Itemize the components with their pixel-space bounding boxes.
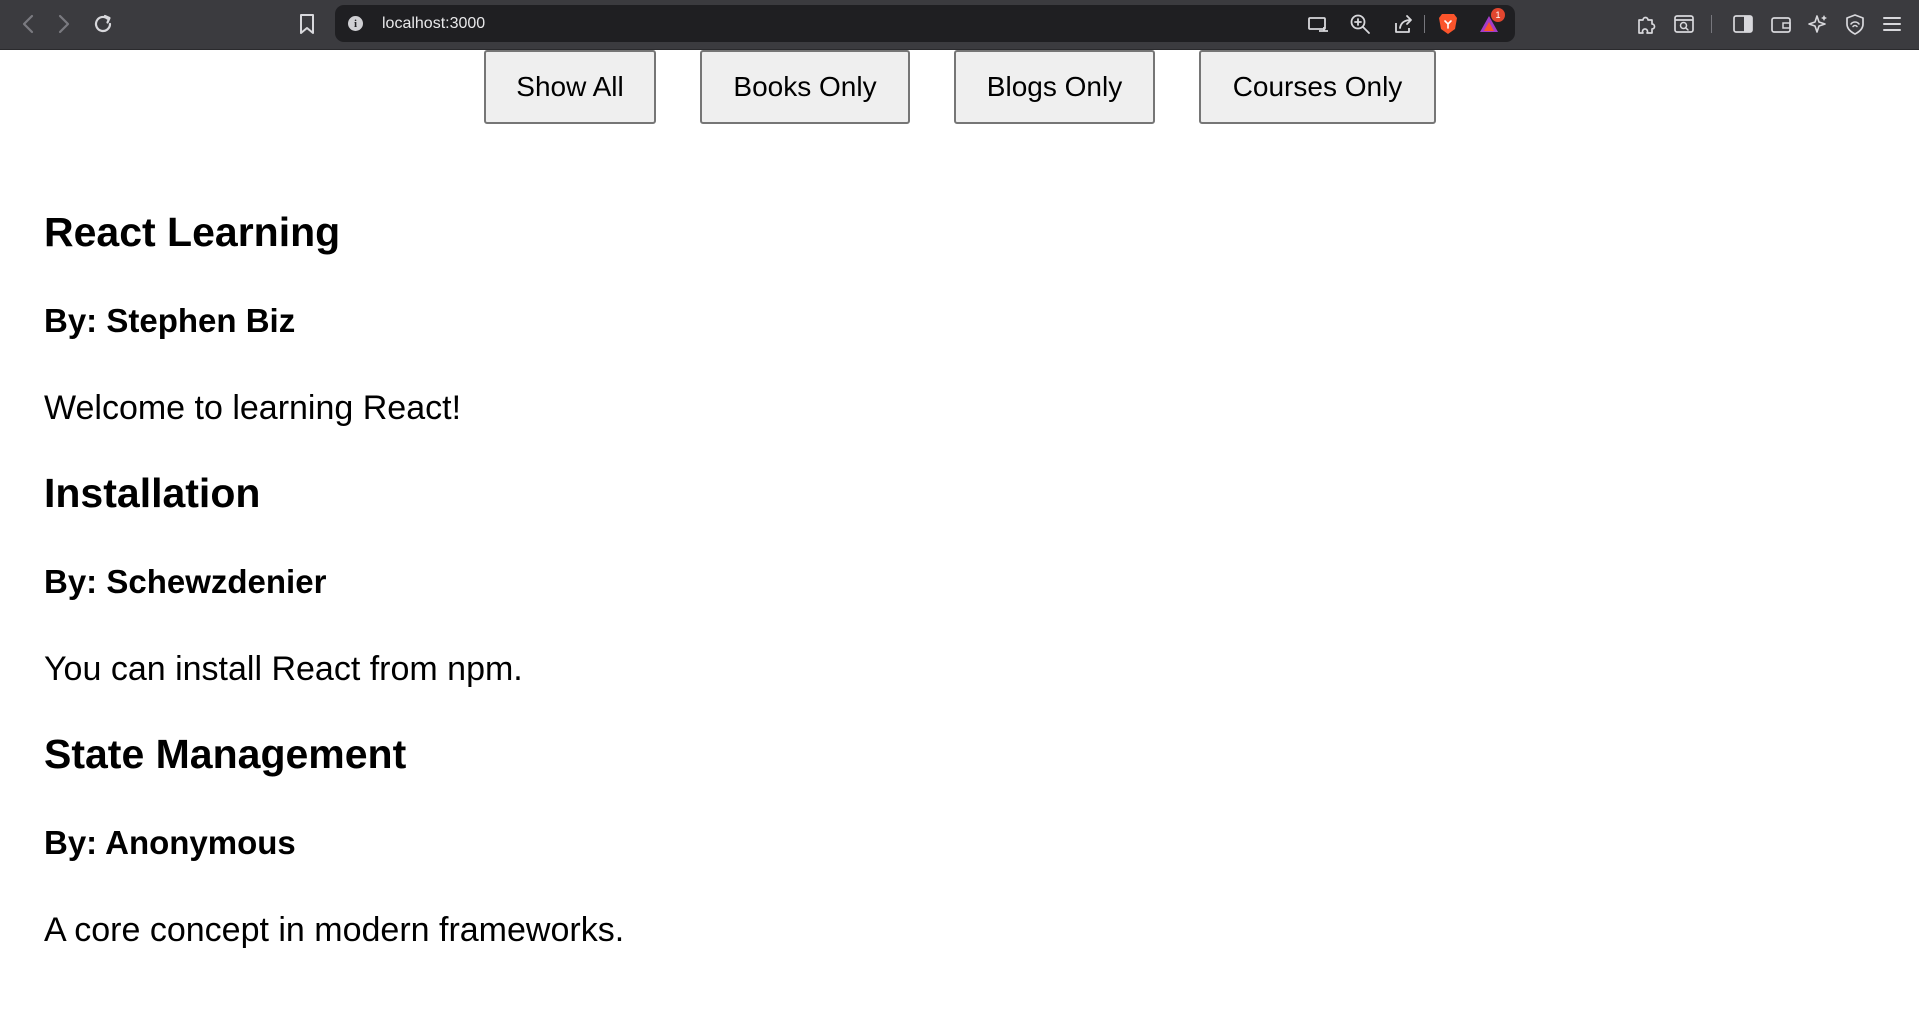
post-author: By: Stephen Biz: [44, 302, 296, 339]
sidebar-icon[interactable]: [1731, 12, 1755, 36]
page-viewport: Show All Books Only Blogs Only Courses O…: [0, 50, 1919, 1027]
filter-bar: Show All Books Only Blogs Only Courses O…: [0, 50, 1919, 125]
vpn-icon[interactable]: [1843, 12, 1867, 36]
post-title: State Management: [44, 731, 407, 777]
tab-search-icon[interactable]: [1672, 12, 1696, 36]
post-author: By: Schewzdenier: [44, 563, 327, 600]
zoom-icon[interactable]: [1348, 13, 1372, 35]
site-info-icon[interactable]: i: [348, 16, 363, 31]
blogs-only-button[interactable]: Blogs Only: [954, 50, 1155, 124]
wallet-icon[interactable]: [1769, 12, 1793, 36]
post-author: By: Anonymous: [44, 824, 296, 861]
post-body: A core concept in modern frameworks.: [44, 911, 625, 949]
share-icon[interactable]: [1391, 13, 1415, 35]
extensions-icon[interactable]: [1634, 12, 1658, 36]
url-text[interactable]: localhost:3000: [382, 15, 485, 33]
toolbar-separator-right: [1711, 15, 1712, 33]
address-bar[interactable]: i localhost:3000 1: [335, 5, 1515, 42]
leo-ai-icon[interactable]: [1806, 12, 1830, 36]
cast-icon[interactable]: [1306, 14, 1330, 34]
brave-shields-icon[interactable]: [1436, 12, 1460, 36]
post-body: You can install React from npm.: [44, 650, 523, 688]
menu-icon[interactable]: [1880, 12, 1904, 36]
courses-only-button[interactable]: Courses Only: [1199, 50, 1436, 124]
notification-badge: 1: [1491, 8, 1505, 22]
back-icon[interactable]: [16, 12, 40, 36]
reload-icon[interactable]: [90, 11, 116, 37]
books-only-button[interactable]: Books Only: [700, 50, 910, 124]
forward-icon[interactable]: [52, 12, 76, 36]
show-all-button[interactable]: Show All: [484, 50, 656, 124]
toolbar-separator: [1424, 15, 1425, 33]
post-title: Installation: [44, 470, 261, 516]
post-title: React Learning: [44, 209, 341, 255]
bookmark-icon[interactable]: [295, 11, 319, 37]
browser-toolbar: i localhost:3000 1: [0, 0, 1919, 50]
post-body: Welcome to learning React!: [44, 389, 462, 427]
